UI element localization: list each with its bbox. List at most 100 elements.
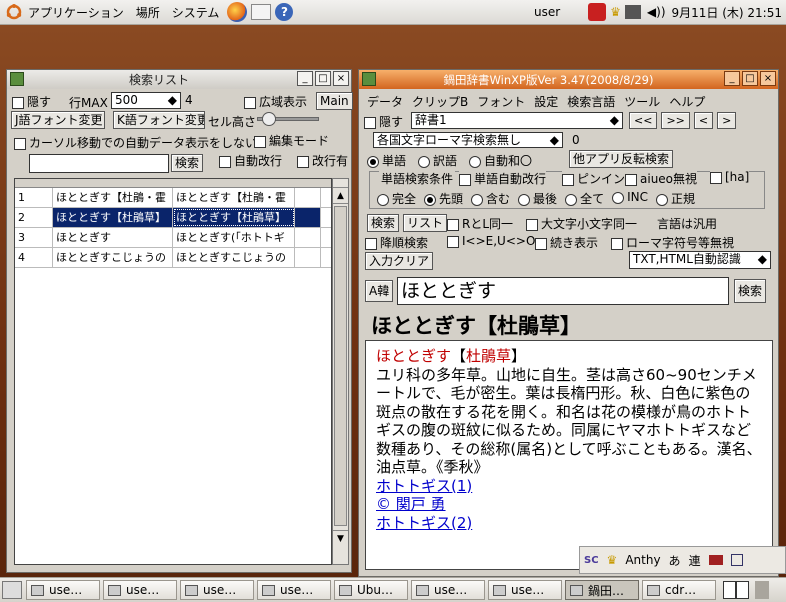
network-icon[interactable] <box>624 5 641 19</box>
newline-checkbox[interactable]: 改行有 <box>297 152 348 169</box>
dictionary-select[interactable]: 辞書1 ◆ <box>411 112 623 129</box>
font-change-button-1[interactable]: J語フォント変更 <box>11 111 105 129</box>
table-row[interactable]: 2 ほととぎす【杜鵑草】 ほととぎす【杜鵑草】 <box>15 208 331 228</box>
menu-item[interactable]: フォント <box>477 93 525 110</box>
nav-button[interactable]: < <box>693 112 714 129</box>
list-search-input[interactable] <box>29 154 169 173</box>
hide-checkbox[interactable]: 隠す <box>12 93 51 110</box>
match-radio[interactable]: 最後 <box>518 190 557 207</box>
dictionary-icon[interactable] <box>708 555 723 565</box>
ime-input-mode[interactable]: あ <box>669 552 681 569</box>
word-auto-newline-checkbox[interactable]: 単語自動改行 <box>459 170 547 187</box>
search-button[interactable]: 検索 <box>367 214 400 232</box>
link-photo-credit[interactable]: © 関戸 勇 <box>376 495 446 513</box>
match-radio[interactable]: 完全 <box>377 190 416 207</box>
firefox-icon[interactable] <box>227 2 248 22</box>
list-scrollbar[interactable]: ▲ ▼ <box>332 178 349 565</box>
menu-applications[interactable]: アプリケーション <box>22 4 130 21</box>
show-desktop-icon[interactable] <box>2 581 22 599</box>
aiueo-checkbox[interactable]: aiueo無視 <box>625 170 698 187</box>
taskbar-button[interactable]: use… <box>103 580 177 600</box>
match-radio[interactable]: 全て <box>565 190 604 207</box>
main-button[interactable]: Main <box>316 92 353 110</box>
scroll-thumb[interactable] <box>334 206 347 526</box>
rl-checkbox[interactable]: RとL同一 <box>447 215 513 232</box>
trash-icon[interactable] <box>755 581 769 599</box>
scroll-down-arrow[interactable]: ▼ <box>333 530 348 546</box>
nav-button[interactable]: << <box>629 112 658 129</box>
menu-places[interactable]: 場所 <box>130 4 166 21</box>
table-row[interactable]: 3 ほととぎす ほととぎす(「ホトトギ <box>15 228 331 248</box>
ime-conversion-mode[interactable]: 連 <box>689 552 701 569</box>
close-button[interactable]: × <box>333 71 349 86</box>
list-button[interactable]: リスト <box>403 214 448 232</box>
match-radio[interactable]: 先頭 <box>424 190 463 207</box>
clock[interactable]: 9月11日 (木) 21:51 <box>672 4 782 21</box>
search-list-titlebar[interactable]: 検索リスト _ □ × <box>7 70 351 89</box>
pinyin-checkbox[interactable]: ピンイン <box>562 170 626 187</box>
minimize-button[interactable]: _ <box>297 71 313 86</box>
nav-button[interactable]: >> <box>661 112 690 129</box>
crown-icon[interactable]: ♛ <box>610 5 621 19</box>
ime-menu-icon[interactable] <box>730 554 743 566</box>
mode-radio[interactable]: 訳語 <box>418 152 457 169</box>
taskbar-button[interactable]: use… <box>26 580 100 600</box>
minimize-button[interactable]: _ <box>724 71 740 86</box>
mode-radio[interactable]: 単語 <box>367 152 406 169</box>
match-radio[interactable]: 正規 <box>655 190 695 207</box>
menu-item[interactable]: データ <box>367 93 403 110</box>
query-input[interactable]: ほととぎす <box>397 277 729 305</box>
taskbar-button[interactable]: Ubu… <box>334 580 408 600</box>
update-alert-icon[interactable] <box>588 3 607 21</box>
roman-ignore-checkbox[interactable]: ローマ字符号等無視 <box>611 234 734 251</box>
ie-checkbox[interactable]: I<>E,U<>O <box>447 234 535 248</box>
auto-recognition-select[interactable]: TXT,HTML自動認識 ◆ <box>629 251 771 269</box>
taskbar-button[interactable]: use… <box>180 580 254 600</box>
wide-display-checkbox[interactable]: 広域表示 <box>244 93 307 110</box>
taskbar-button[interactable]: 鍋田… <box>565 580 639 600</box>
match-radio[interactable]: 含む <box>471 190 510 207</box>
dict-hide-checkbox[interactable]: 隠す <box>364 113 403 130</box>
scim-icon[interactable]: SC <box>584 555 599 566</box>
workspace-1[interactable] <box>723 581 736 599</box>
taskbar-button[interactable]: cdr… <box>642 580 716 600</box>
list-search-button[interactable]: 検索 <box>171 154 204 172</box>
menu-item[interactable]: クリップB <box>412 93 468 110</box>
slider-handle[interactable] <box>262 112 276 126</box>
link-hototogisu-1[interactable]: ホトトギス(1) <box>376 477 472 495</box>
ime-name[interactable]: Anthy <box>625 553 660 567</box>
workspace-2[interactable] <box>736 581 749 599</box>
cell-height-slider[interactable] <box>257 112 319 126</box>
menu-item[interactable]: ツール <box>624 93 660 110</box>
help-icon[interactable]: ? <box>275 3 294 21</box>
continue-checkbox[interactable]: 続き表示 <box>535 234 598 251</box>
maximize-button[interactable]: □ <box>742 71 758 86</box>
menu-item[interactable]: 設定 <box>534 93 558 110</box>
auto-newline-checkbox[interactable]: 自動改行 <box>219 152 282 169</box>
other-app-search-button[interactable]: 他アプリ反転検索 <box>569 150 674 168</box>
nav-button[interactable]: > <box>717 112 737 129</box>
taskbar-button[interactable]: use… <box>488 580 562 600</box>
mail-icon[interactable] <box>251 4 272 20</box>
close-button[interactable]: × <box>760 71 776 86</box>
menu-item[interactable]: ヘルプ <box>669 93 705 110</box>
table-row[interactable]: 1 ほととぎす【杜鵑・霍 ほととぎす【杜鵑・霍 <box>15 188 331 208</box>
ubuntu-logo-icon[interactable] <box>6 4 22 20</box>
clear-input-button[interactable]: 入力クリア <box>365 252 434 270</box>
taskbar-button[interactable]: use… <box>257 580 331 600</box>
menu-item[interactable]: 検索言語 <box>567 93 615 110</box>
match-radio[interactable]: INC <box>612 190 648 207</box>
link-hototogisu-2[interactable]: ホトトギス(2) <box>376 514 472 532</box>
maximize-button[interactable]: □ <box>315 71 331 86</box>
desc-search-checkbox[interactable]: 降順検索 <box>365 234 428 251</box>
case-checkbox[interactable]: 大文字小文字同一 <box>526 215 637 232</box>
table-row[interactable]: 4 ほととぎすこじょうの ほととぎすこじょうの <box>15 248 331 268</box>
font-change-button-2[interactable]: K語フォント変更 <box>113 111 205 129</box>
scroll-up-arrow[interactable]: ▲ <box>333 188 348 204</box>
mode-radio[interactable]: 自動和〇 <box>469 152 532 169</box>
volume-icon[interactable]: ◀)) <box>647 5 666 19</box>
dictionary-titlebar[interactable]: 鍋田辞書WinXP版Ver 3.47(2008/8/29) _ □ × <box>359 70 778 89</box>
romaji-select[interactable]: 各国文字ローマ字検索無し ◆ <box>373 132 563 148</box>
ha-checkbox[interactable]: [ha] <box>710 170 750 184</box>
cursor-auto-checkbox[interactable]: カーソル移動での自動データ表示をしない <box>14 134 266 151</box>
